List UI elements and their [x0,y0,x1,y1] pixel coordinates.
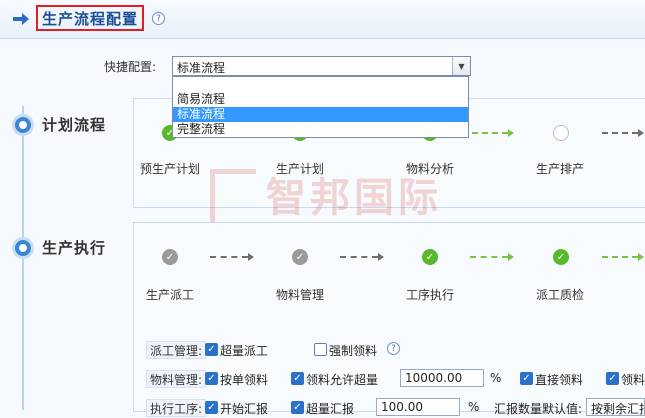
material-label: 物料管理: [146,370,207,388]
overage-percent-input[interactable]: 10000.00 [400,369,484,387]
step-label[interactable]: 生产派工 [146,286,194,303]
report-default-label: 汇报数量默认值: [494,402,583,416]
dropdown-option-complete[interactable]: 完整流程 [173,122,468,137]
checkbox-label[interactable]: 按单领料 [220,371,268,388]
step-label[interactable]: 物料管理 [276,286,324,303]
arrow-connector [210,253,254,261]
percent-unit: % [490,371,502,385]
checkbox-label[interactable]: 开始汇报 [220,400,268,417]
step-label[interactable]: 工序执行 [406,286,454,303]
report-default-select[interactable]: 按剩余汇报 [586,398,645,416]
step-label[interactable]: 预生产计划 [140,160,200,177]
page-title: 生产流程配置 [36,5,145,31]
chevron-down-icon[interactable]: ▼ [452,57,470,75]
allow-overage-checkbox[interactable]: ✓ [291,372,304,385]
arrow-connector [602,129,644,137]
check-icon: ✓ [162,249,178,265]
section-title-exec: 生产执行 [42,239,107,257]
check-icon: ✓ [422,249,438,265]
quick-config-value: 标准流程 [177,61,226,75]
checkbox-label[interactable]: 直接领料 [535,371,583,388]
dropdown-option-standard[interactable]: 标准流程 [173,107,468,122]
timeline-node-plan [12,114,34,136]
step-label[interactable]: 派工质检 [536,286,584,303]
section-title-plan: 计划流程 [42,116,107,134]
arrow-connector [472,129,514,137]
arrow-connector [470,253,514,261]
checkbox-label[interactable]: 领料 [621,371,645,388]
pending-circle-icon [553,125,569,141]
quick-config-label: 快捷配置: [104,60,157,74]
timeline-node-exec [12,237,34,259]
check-icon: ✓ [292,249,308,265]
direct-material-checkbox[interactable]: ✓ [520,372,533,385]
checkbox-label[interactable]: 领料允许超量 [306,371,378,388]
material-checkbox[interactable]: ✓ [606,372,619,385]
step-label[interactable]: 生产排产 [536,160,584,177]
help-icon[interactable]: ? [152,12,165,25]
report-percent-input[interactable]: 100.00 [376,398,460,416]
quick-config-dropdown: 简易流程 标准流程 完整流程 [172,76,469,138]
process-label: 执行工序: [146,399,207,417]
oversize-dispatch-checkbox[interactable]: ✓ [205,343,218,356]
order-material-checkbox[interactable]: ✓ [205,372,218,385]
step-label[interactable]: 物料分析 [406,160,454,177]
start-report-checkbox[interactable]: ✓ [205,401,218,414]
arrow-connector [602,253,644,261]
quick-config-select[interactable]: 标准流程 ▼ [172,56,471,76]
page-title-text: 生产流程配置 [42,9,139,28]
checkbox-label[interactable]: 超量派工 [220,342,268,359]
checkbox-label[interactable]: 强制领料 [329,342,377,359]
step-label[interactable]: 生产计划 [276,160,324,177]
dropdown-option-empty[interactable] [173,77,468,92]
dropdown-option-simple[interactable]: 简易流程 [173,92,468,107]
help-icon[interactable]: ? [387,342,400,355]
arrow-right-icon [13,13,29,25]
dispatch-label: 派工管理: [146,341,207,359]
check-icon: ✓ [553,249,569,265]
force-material-checkbox[interactable] [314,343,327,356]
checkbox-label[interactable]: 超量汇报 [306,400,354,417]
percent-unit: % [468,400,480,414]
arrow-connector [340,253,384,261]
over-report-checkbox[interactable]: ✓ [291,401,304,414]
